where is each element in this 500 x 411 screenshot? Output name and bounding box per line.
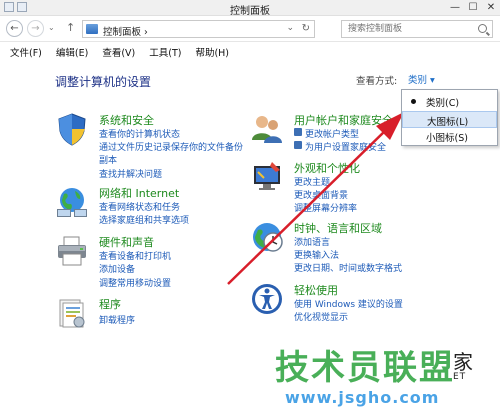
menu-file[interactable]: 文件(F) xyxy=(6,43,46,60)
page-title: 调整计算机的设置 xyxy=(55,75,152,89)
title-bar: 控制面板 — ☐ ✕ xyxy=(0,0,500,17)
uac-shield-icon xyxy=(294,128,302,136)
recent-pages-chevron-icon[interactable]: ⌄ xyxy=(48,23,55,32)
view-by-select[interactable]: 类别 ▾ xyxy=(404,71,439,87)
watermark-jia: 家 xyxy=(453,350,473,374)
link-network-status[interactable]: 查看网络状态和任务 xyxy=(99,200,180,213)
link-add-device[interactable]: 添加设备 xyxy=(99,262,135,275)
dropdown-item-label: 小图标(S) xyxy=(426,133,468,144)
breadcrumb[interactable]: 控制面板 › xyxy=(103,24,148,38)
dropdown-item-large-icons[interactable]: 大图标(L) xyxy=(402,111,497,128)
selected-bullet-icon xyxy=(411,99,416,104)
link-devices-printers[interactable]: 查看设备和打印机 xyxy=(99,249,171,262)
view-by-label: 查看方式: xyxy=(356,76,398,87)
up-button[interactable]: ↑ xyxy=(66,21,75,34)
uac-shield-icon xyxy=(294,141,302,149)
minimize-button[interactable]: — xyxy=(446,0,464,15)
printer-icon[interactable] xyxy=(55,234,89,268)
category-title[interactable]: 网络和 Internet xyxy=(99,185,179,201)
menu-bar: 文件(F) 编辑(E) 查看(V) 工具(T) 帮助(H) xyxy=(0,43,500,60)
address-bar: ← → ⌄ ↑ 控制面板 › ⌄ ↻ xyxy=(0,16,500,42)
link-backup-copies[interactable]: 副本 xyxy=(99,153,117,166)
link-windows-suggested-settings[interactable]: 使用 Windows 建议的设置 xyxy=(294,297,403,310)
search-box[interactable] xyxy=(341,20,493,38)
search-input[interactable] xyxy=(342,21,470,37)
dropdown-item-label: 大图标(L) xyxy=(427,117,469,128)
view-by-dropdown: 类别(C) 大图标(L) 小图标(S) xyxy=(401,89,498,146)
dropdown-item-category[interactable]: 类别(C) xyxy=(402,93,497,110)
link-troubleshoot[interactable]: 查找并解决问题 xyxy=(99,167,162,180)
back-button[interactable]: ← xyxy=(6,20,23,37)
menu-tools[interactable]: 工具(T) xyxy=(145,43,185,60)
link-family-safety[interactable]: 为用户设置家庭安全 xyxy=(294,140,386,153)
close-button[interactable]: ✕ xyxy=(482,0,500,15)
menu-edit[interactable]: 编辑(E) xyxy=(52,43,92,60)
menu-view[interactable]: 查看(V) xyxy=(98,43,139,60)
refresh-icon[interactable]: ↻ xyxy=(302,23,310,34)
watermark-url: www.jsgho.com xyxy=(285,388,440,407)
link-mobility-settings[interactable]: 调整常用移动设置 xyxy=(99,276,171,289)
paint-monitor-icon[interactable] xyxy=(250,160,284,194)
link-adjust-resolution[interactable]: 调整屏幕分辨率 xyxy=(294,201,357,214)
search-icon[interactable] xyxy=(478,24,487,33)
watermark-net: ET xyxy=(453,372,467,382)
link-uninstall-program[interactable]: 卸载程序 xyxy=(99,313,135,326)
ease-of-access-icon[interactable] xyxy=(250,282,284,316)
link-change-desktop-background[interactable]: 更改桌面背景 xyxy=(294,188,348,201)
category-title[interactable]: 硬件和声音 xyxy=(99,234,154,250)
dropdown-item-label: 类别(C) xyxy=(426,98,460,109)
shield-icon[interactable] xyxy=(55,112,89,146)
window-title: 控制面板 xyxy=(230,6,270,17)
link-optimize-visual-display[interactable]: 优化视觉显示 xyxy=(294,310,348,323)
link-view-computer-status[interactable]: 查看你的计算机状态 xyxy=(99,127,180,140)
network-globe-icon[interactable] xyxy=(55,185,89,219)
users-icon[interactable] xyxy=(250,112,284,146)
link-change-theme[interactable]: 更改主题 xyxy=(294,175,330,188)
link-homegroup-sharing[interactable]: 选择家庭组和共享选项 xyxy=(99,213,189,226)
link-change-date-time-format[interactable]: 更改日期、时间或数字格式 xyxy=(294,261,402,274)
category-title[interactable]: 用户帐户和家庭安全 xyxy=(294,112,393,128)
dropdown-item-small-icons[interactable]: 小图标(S) xyxy=(402,128,497,145)
watermark-text: 技术员联盟 xyxy=(275,348,455,388)
menu-help[interactable]: 帮助(H) xyxy=(191,43,233,60)
control-panel-icon xyxy=(86,24,98,34)
link-add-language[interactable]: 添加语言 xyxy=(294,235,330,248)
category-title[interactable]: 外观和个性化 xyxy=(294,160,360,176)
programs-icon[interactable] xyxy=(55,296,89,330)
address-box[interactable]: 控制面板 › ⌄ ↻ xyxy=(82,20,315,38)
category-title[interactable]: 程序 xyxy=(99,296,121,312)
maximize-button[interactable]: ☐ xyxy=(464,0,482,15)
link-change-input-method[interactable]: 更换输入法 xyxy=(294,248,339,261)
clock-globe-icon[interactable] xyxy=(250,220,284,254)
window-controls: — ☐ ✕ xyxy=(446,0,500,15)
category-title[interactable]: 系统和安全 xyxy=(99,112,154,128)
link-change-account-type[interactable]: 更改帐户类型 xyxy=(294,127,359,140)
category-title[interactable]: 轻松使用 xyxy=(294,282,338,298)
site-watermark: 技术员联盟 家 ET www.jsgho.com xyxy=(275,340,500,411)
forward-button[interactable]: → xyxy=(27,20,44,37)
link-file-history-backup[interactable]: 通过文件历史记录保存你的文件备份 xyxy=(99,140,243,153)
category-title[interactable]: 时钟、语言和区域 xyxy=(294,220,382,236)
address-dropdown-icon[interactable]: ⌄ xyxy=(286,23,294,33)
